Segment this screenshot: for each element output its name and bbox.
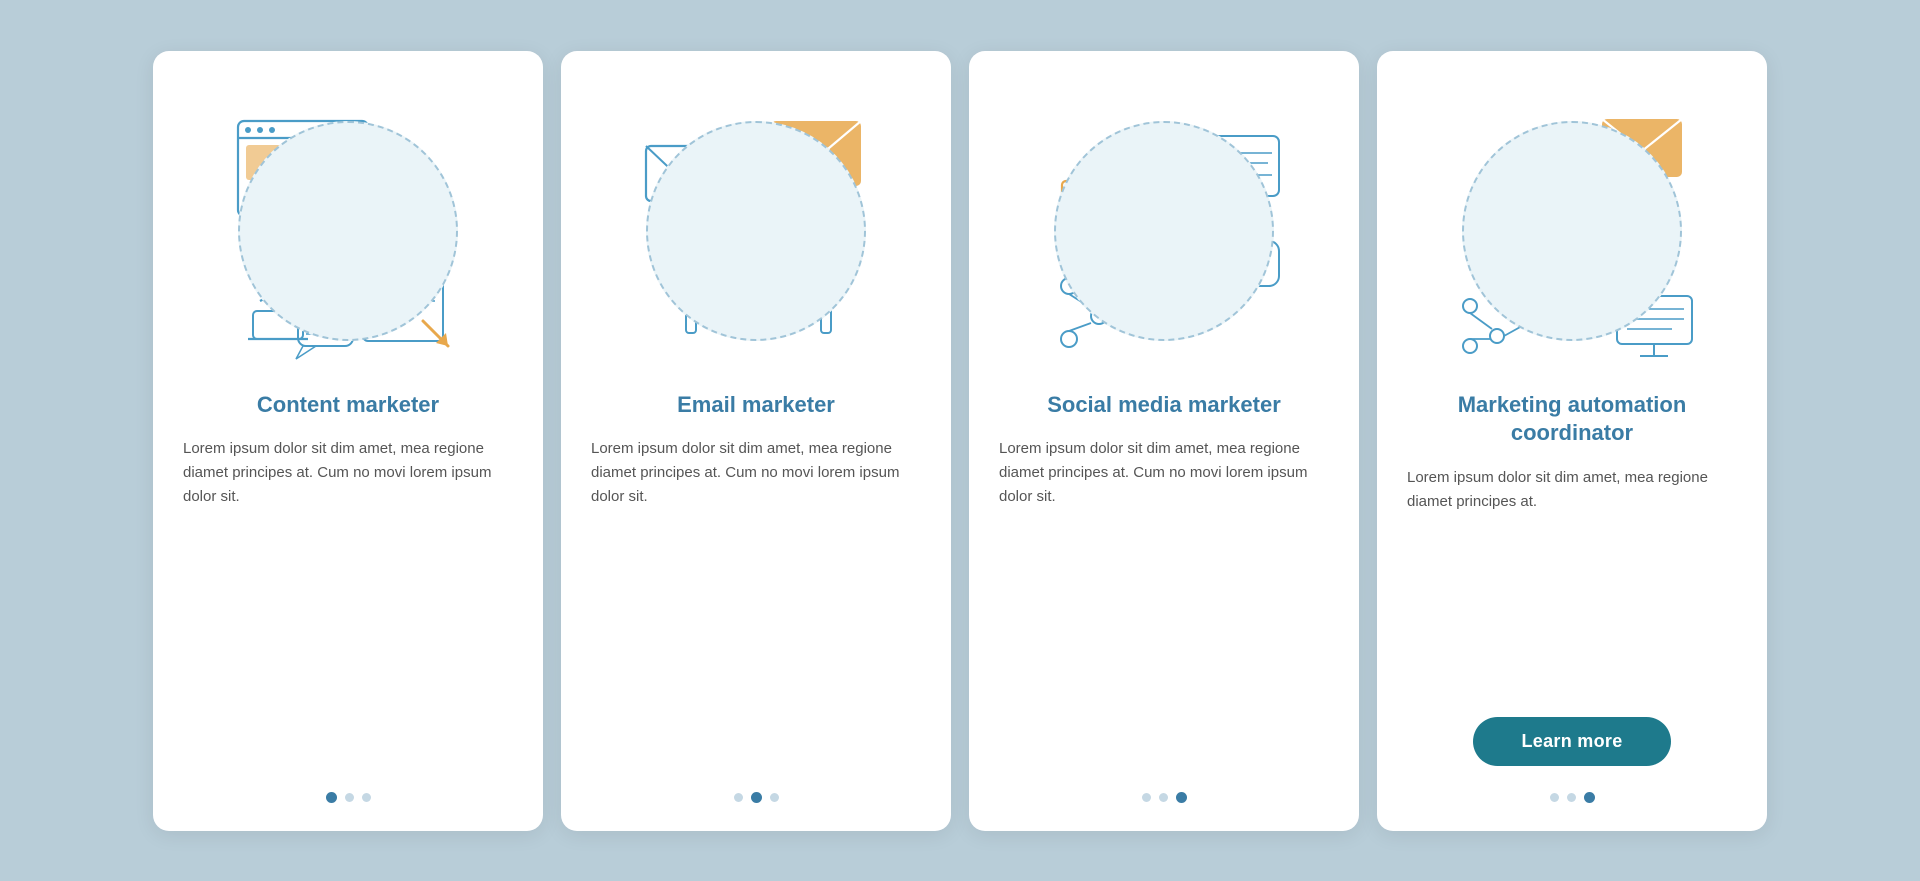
- card-3-body: Lorem ipsum dolor sit dim amet, mea regi…: [999, 437, 1329, 765]
- illustration-social-media-marketer: [999, 81, 1329, 381]
- card-marketing-automation-coordinator: Marketing automation coordinator Lorem i…: [1377, 51, 1767, 831]
- dashed-circle-1: [238, 121, 458, 341]
- dot-4-3: [1584, 792, 1595, 803]
- dot-2-1: [734, 793, 743, 802]
- learn-more-button[interactable]: Learn more: [1473, 717, 1670, 766]
- dot-1-3: [362, 793, 371, 802]
- dot-3-2: [1159, 793, 1168, 802]
- card-3-dots: [1142, 792, 1187, 803]
- card-content-marketer: Content marketer Lorem ipsum dolor sit d…: [153, 51, 543, 831]
- dot-2-2: [751, 792, 762, 803]
- card-social-media-marketer: Social media marketer Lorem ipsum dolor …: [969, 51, 1359, 831]
- illustration-content-marketer: [183, 81, 513, 381]
- dot-1-2: [345, 793, 354, 802]
- card-3-title: Social media marketer: [1047, 391, 1281, 420]
- dot-3-3: [1176, 792, 1187, 803]
- card-4-dots: [1550, 792, 1595, 803]
- card-4-title: Marketing automation coordinator: [1407, 391, 1737, 448]
- illustration-email-marketer: [591, 81, 921, 381]
- dot-3-1: [1142, 793, 1151, 802]
- card-4-body: Lorem ipsum dolor sit dim amet, mea regi…: [1407, 466, 1737, 699]
- dot-4-2: [1567, 793, 1576, 802]
- card-email-marketer: Email marketer Lorem ipsum dolor sit dim…: [561, 51, 951, 831]
- card-2-body: Lorem ipsum dolor sit dim amet, mea regi…: [591, 437, 921, 765]
- dot-2-3: [770, 793, 779, 802]
- dashed-circle-2: [646, 121, 866, 341]
- dashed-circle-4: [1462, 121, 1682, 341]
- illustration-marketing-automation: [1407, 81, 1737, 381]
- dashed-circle-3: [1054, 121, 1274, 341]
- dot-4-1: [1550, 793, 1559, 802]
- card-1-body: Lorem ipsum dolor sit dim amet, mea regi…: [183, 437, 513, 765]
- card-2-title: Email marketer: [677, 391, 835, 420]
- card-1-dots: [326, 792, 371, 803]
- card-2-dots: [734, 792, 779, 803]
- cards-container: Content marketer Lorem ipsum dolor sit d…: [113, 11, 1807, 871]
- dot-1-1: [326, 792, 337, 803]
- card-1-title: Content marketer: [257, 391, 439, 420]
